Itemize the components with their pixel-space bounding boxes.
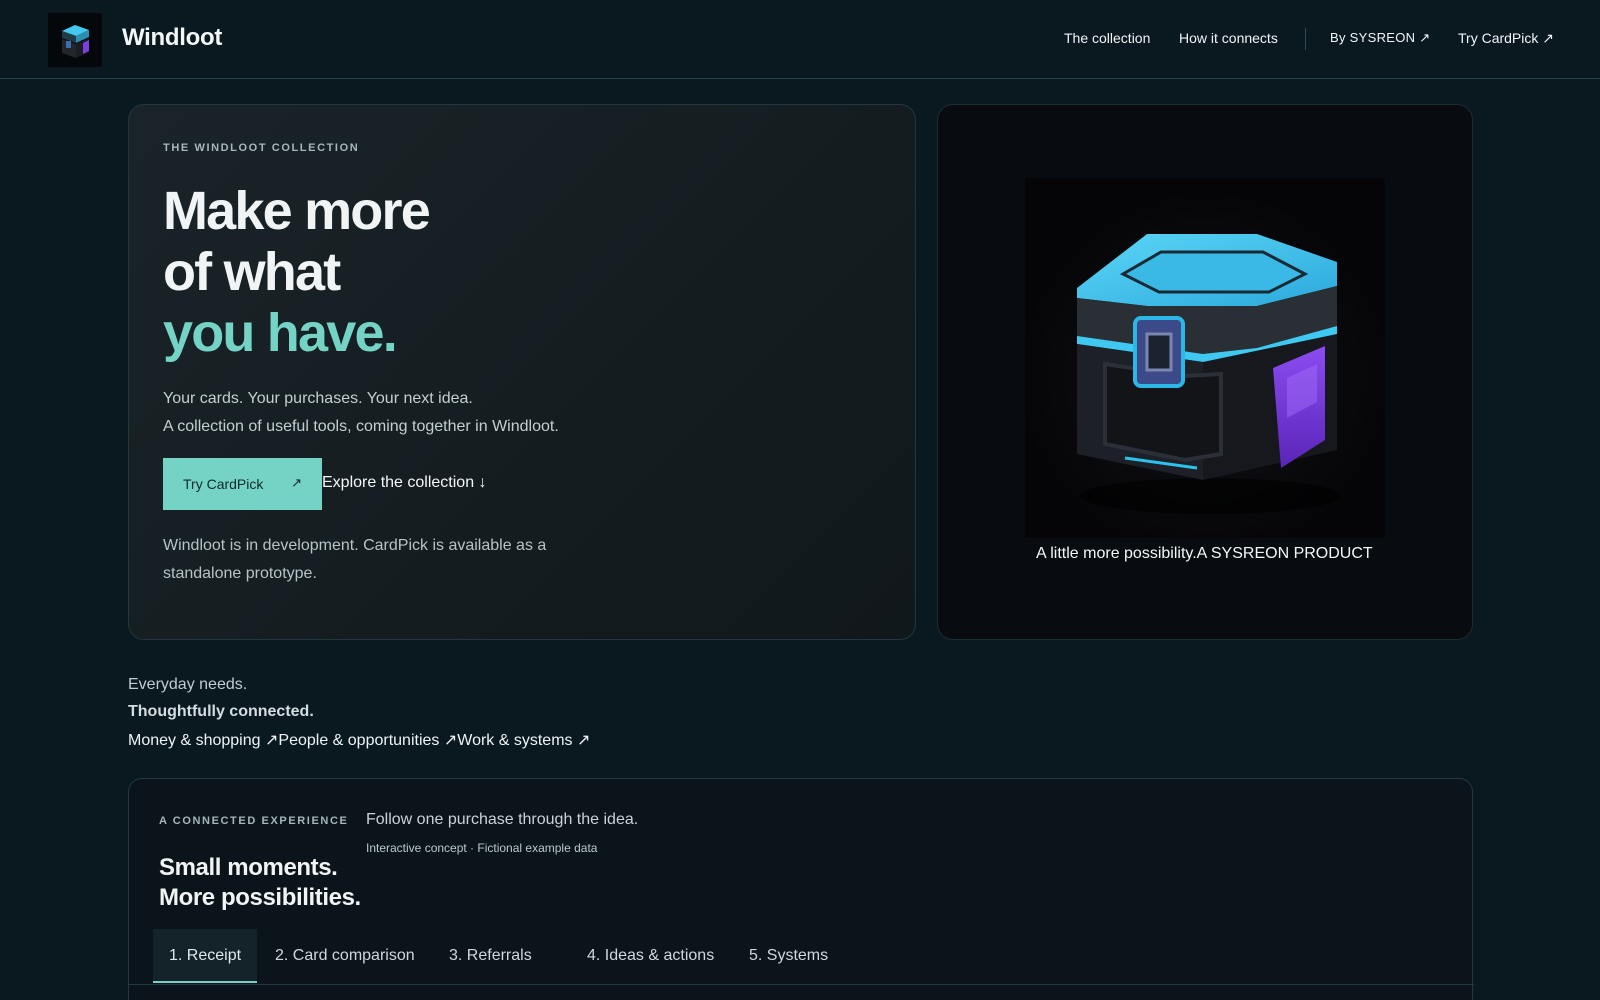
step-tabs: 1. Receipt 2. Card comparison 3. Referra… — [153, 929, 1453, 983]
hero-lead: Your cards. Your purchases. Your next id… — [163, 385, 559, 441]
title-line-1: Small moments. — [159, 854, 338, 881]
everyday-line-1: Everyday needs. — [128, 676, 248, 693]
nav-how-it-connects[interactable]: How it connects — [1179, 30, 1278, 46]
headline-line-1: Make more — [163, 181, 431, 241]
tab-ideas-actions[interactable]: 4. Ideas & actions — [571, 929, 730, 983]
cta-label: Try CardPick — [183, 476, 264, 492]
showcase-card: A little more possibility.A SYSREON PROD… — [937, 104, 1473, 640]
connected-title: Small moments. More possibilities. — [159, 853, 361, 913]
showcase-caption: A little more possibility.A SYSREON PROD… — [1036, 545, 1373, 562]
link-money-shopping[interactable]: Money & shopping ↗ — [128, 732, 278, 749]
headline-accent: you have. — [163, 303, 398, 363]
title-line-2: More possibilities. — [159, 884, 361, 911]
hero-card: THE WINDLOOT COLLECTION Make more of wha… — [128, 104, 916, 640]
link-work-systems[interactable]: Work & systems ↗ — [457, 732, 590, 749]
development-note: Windloot is in development. CardPick is … — [163, 537, 547, 582]
everyday-line-2: Thoughtfully connected. — [128, 703, 314, 720]
nav-try-cardpick[interactable]: Try CardPick ↗ — [1458, 30, 1554, 47]
fictional-data-note: Interactive concept · Fictional example … — [366, 841, 598, 855]
nav-the-collection[interactable]: The collection — [1064, 30, 1150, 46]
tab-systems[interactable]: 5. Systems — [733, 929, 844, 983]
try-cardpick-button[interactable]: Try CardPick ↗ — [163, 458, 322, 510]
external-arrow-icon: ↗ — [291, 475, 302, 490]
loot-chest-image — [1025, 178, 1385, 538]
connected-experience-card: A CONNECTED EXPERIENCE Small moments. Mo… — [128, 778, 1474, 1000]
brand-name[interactable]: Windloot — [122, 24, 222, 52]
hero-headline: Make more of what you have. — [163, 181, 431, 364]
hero-eyebrow: THE WINDLOOT COLLECTION — [163, 142, 360, 154]
tab-card-comparison[interactable]: 2. Card comparison — [259, 929, 431, 983]
site-header: Windloot The collection How it connects … — [0, 0, 1600, 79]
connected-eyebrow: A CONNECTED EXPERIENCE — [159, 815, 349, 827]
nav-by-sysreon[interactable]: By SYSREON ↗ — [1330, 30, 1430, 46]
tabs-divider — [129, 984, 1474, 985]
everyday-links: Money & shopping ↗People & opportunities… — [128, 730, 590, 750]
nav-divider — [1305, 28, 1306, 50]
lead-line-2: A collection of useful tools, coming tog… — [163, 418, 559, 435]
link-people-opportunities[interactable]: People & opportunities ↗ — [278, 732, 457, 749]
lead-line-1: Your cards. Your purchases. Your next id… — [163, 390, 473, 407]
follow-purchase-text: Follow one purchase through the idea. — [366, 811, 639, 828]
tab-receipt[interactable]: 1. Receipt — [153, 929, 258, 983]
headline-line-2: of what — [163, 242, 341, 302]
tab-referrals[interactable]: 3. Referrals — [433, 929, 548, 983]
windloot-logo-icon[interactable] — [48, 13, 102, 67]
explore-collection-link[interactable]: Explore the collection ↓ — [322, 474, 487, 492]
